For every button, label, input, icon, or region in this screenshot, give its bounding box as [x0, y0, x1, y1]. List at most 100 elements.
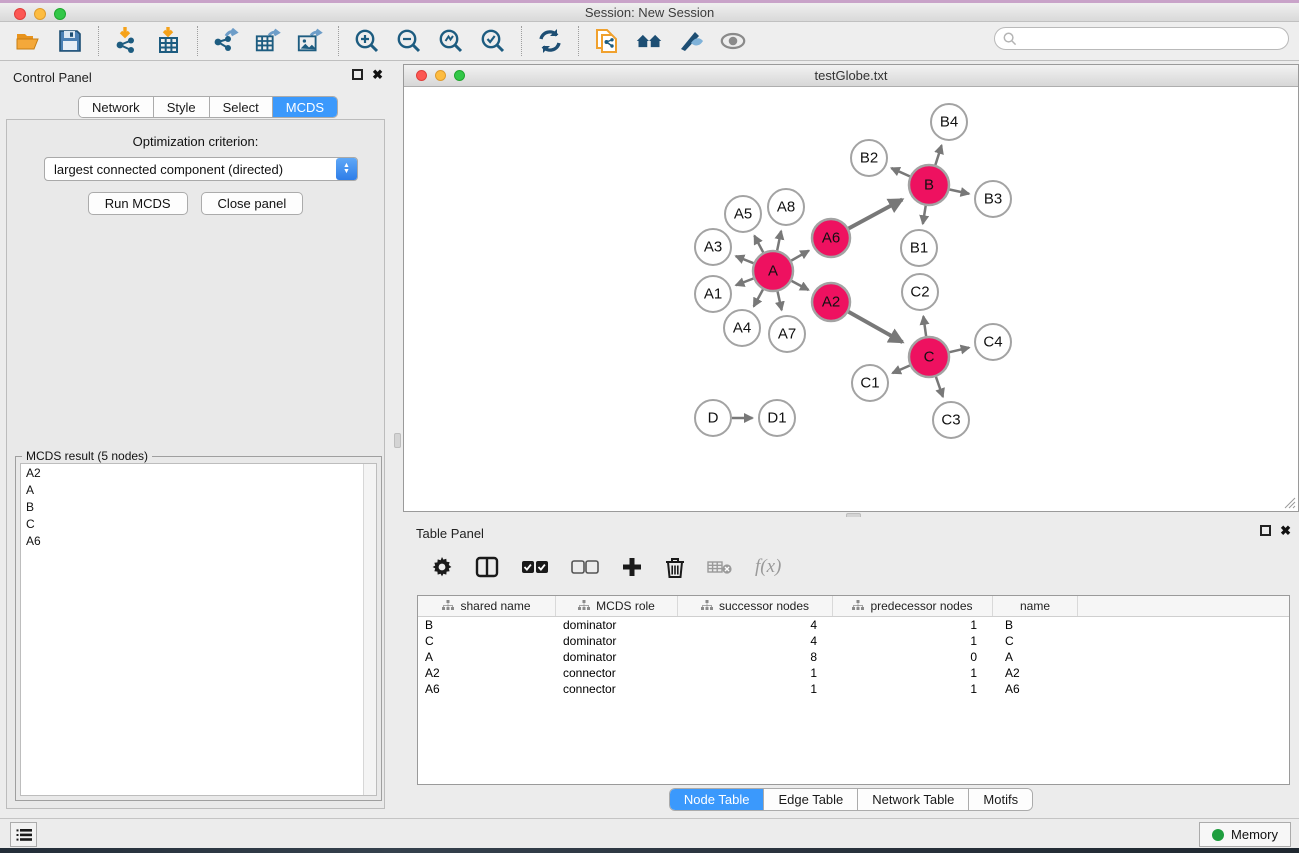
add-column-icon[interactable] [621, 556, 643, 578]
delete-table-icon[interactable] [707, 559, 733, 575]
vertical-split-handle[interactable] [394, 433, 401, 448]
node-B[interactable]: B [909, 165, 949, 205]
show-all-icon[interactable] [719, 27, 747, 55]
edge-A-A2[interactable] [792, 281, 809, 290]
node-C2[interactable]: C2 [902, 274, 938, 310]
node-A4[interactable]: A4 [724, 310, 760, 346]
hide-selected-icon[interactable] [677, 27, 705, 55]
column-header-name[interactable]: name [993, 596, 1078, 616]
table-cell[interactable]: 1 [678, 665, 833, 681]
table-cell[interactable]: 1 [833, 617, 993, 633]
zoom-out-icon[interactable] [395, 27, 423, 55]
edge-B-B1[interactable] [923, 206, 926, 224]
node-C4[interactable]: C4 [975, 324, 1011, 360]
node-A[interactable]: A [753, 251, 793, 291]
edge-C-C4[interactable] [949, 348, 969, 353]
table-cell[interactable]: C [993, 633, 1078, 649]
edge-A-A3[interactable] [736, 256, 754, 263]
edge-A-A5[interactable] [754, 236, 763, 253]
export-table-icon[interactable] [254, 27, 282, 55]
edge-C-C1[interactable] [892, 365, 909, 373]
node-table[interactable]: shared nameMCDS rolesuccessor nodesprede… [417, 595, 1290, 785]
node-C1[interactable]: C1 [852, 365, 888, 401]
node-A7[interactable]: A7 [769, 316, 805, 352]
deselect-all-icon[interactable] [571, 559, 599, 575]
close-table-panel-icon[interactable]: ✖ [1280, 525, 1291, 536]
open-file-icon[interactable] [14, 27, 42, 55]
node-B3[interactable]: B3 [975, 181, 1011, 217]
edge-C-C2[interactable] [923, 316, 926, 336]
node-D[interactable]: D [695, 400, 731, 436]
table-cell[interactable]: connector [556, 665, 678, 681]
table-cell[interactable]: 8 [678, 649, 833, 665]
edge-A2-C[interactable] [848, 312, 902, 342]
node-C[interactable]: C [909, 337, 949, 377]
close-panel-icon[interactable]: ✖ [372, 69, 383, 80]
zoom-selected-icon[interactable] [479, 27, 507, 55]
export-image-icon[interactable] [296, 27, 324, 55]
node-D1[interactable]: D1 [759, 400, 795, 436]
node-A3[interactable]: A3 [695, 229, 731, 265]
node-A8[interactable]: A8 [768, 189, 804, 225]
criterion-dropdown[interactable]: largest connected component (directed) ▲… [44, 157, 358, 181]
node-table-header[interactable]: shared nameMCDS rolesuccessor nodesprede… [418, 596, 1289, 617]
tab-node-table[interactable]: Node Table [670, 789, 765, 810]
table-cell[interactable]: 1 [833, 633, 993, 649]
tab-network[interactable]: Network [79, 97, 154, 117]
node-A2[interactable]: A2 [812, 283, 850, 321]
table-cell[interactable]: A [418, 649, 556, 665]
table-cell[interactable]: 1 [833, 665, 993, 681]
zoom-in-icon[interactable] [353, 27, 381, 55]
tab-select[interactable]: Select [210, 97, 273, 117]
node-B4[interactable]: B4 [931, 104, 967, 140]
save-session-icon[interactable] [56, 27, 84, 55]
network-canvas[interactable]: B4B2BB3A5A8A6A3B1AA1A2C2A4A7CC4C1C3DD1 [405, 88, 1297, 510]
table-cell[interactable]: A2 [993, 665, 1078, 681]
column-header-predecessor-nodes[interactable]: predecessor nodes [833, 596, 993, 616]
search-box[interactable] [994, 27, 1289, 50]
node-B1[interactable]: B1 [901, 230, 937, 266]
edge-A6-B[interactable] [849, 199, 903, 228]
table-cell[interactable]: connector [556, 681, 678, 697]
task-history-button[interactable] [10, 822, 37, 847]
tab-style[interactable]: Style [154, 97, 210, 117]
node-A1[interactable]: A1 [695, 276, 731, 312]
table-cell[interactable]: B [418, 617, 556, 633]
node-A6[interactable]: A6 [812, 219, 850, 257]
node-B2[interactable]: B2 [851, 140, 887, 176]
tab-network-table[interactable]: Network Table [858, 789, 969, 810]
float-table-panel-icon[interactable] [1260, 525, 1271, 536]
tab-edge-table[interactable]: Edge Table [764, 789, 858, 810]
function-builder-icon[interactable]: f(x) [755, 556, 781, 578]
select-all-icon[interactable] [521, 559, 549, 575]
edge-B-B2[interactable] [891, 168, 910, 176]
table-cell[interactable]: 1 [833, 681, 993, 697]
edge-A-A6[interactable] [791, 251, 809, 261]
edge-A-A4[interactable] [754, 289, 763, 306]
float-panel-icon[interactable] [352, 69, 363, 80]
edge-C-C3[interactable] [936, 377, 943, 397]
edge-A-A1[interactable] [736, 279, 754, 286]
table-row[interactable]: Adominator80A [418, 649, 1289, 665]
resize-grip-icon[interactable] [1283, 496, 1296, 509]
table-cell[interactable]: A6 [418, 681, 556, 697]
run-mcds-button[interactable]: Run MCDS [88, 192, 188, 215]
import-network-icon[interactable] [113, 27, 141, 55]
table-cell[interactable]: dominator [556, 633, 678, 649]
result-list-scrollbar[interactable] [363, 464, 376, 795]
table-cell[interactable]: 0 [833, 649, 993, 665]
refresh-icon[interactable] [536, 27, 564, 55]
memory-button[interactable]: Memory [1199, 822, 1291, 847]
table-row[interactable]: Cdominator41C [418, 633, 1289, 649]
result-item[interactable]: C [21, 515, 376, 532]
result-item[interactable]: A6 [21, 532, 376, 549]
table-cell[interactable]: dominator [556, 617, 678, 633]
edge-A-A7[interactable] [778, 291, 782, 310]
result-item[interactable]: A2 [21, 464, 376, 481]
table-cell[interactable]: 1 [678, 681, 833, 697]
edge-A-A8[interactable] [777, 231, 781, 250]
delete-column-icon[interactable] [665, 556, 685, 579]
result-item[interactable]: A [21, 481, 376, 498]
export-network-icon[interactable] [212, 27, 240, 55]
column-header-shared-name[interactable]: shared name [418, 596, 556, 616]
